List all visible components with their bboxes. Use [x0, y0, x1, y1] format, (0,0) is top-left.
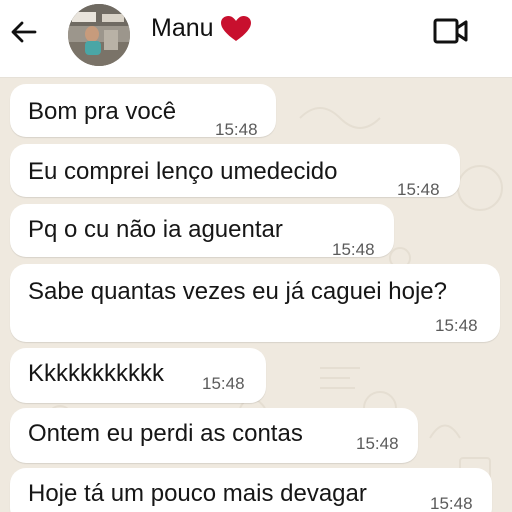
message-text: Sabe quantas vezes eu já caguei hoje? [28, 278, 447, 305]
message-bubble[interactable]: Bom pra você 15:48 [10, 84, 276, 139]
message-time: 15:48 [215, 120, 258, 139]
red-heart-icon [220, 15, 252, 43]
back-button[interactable] [8, 16, 40, 48]
message-time: 15:48 [202, 374, 245, 393]
message-time: 15:48 [332, 240, 375, 259]
video-call-button[interactable] [432, 14, 470, 48]
arrow-left-icon [11, 21, 37, 43]
message-time: 15:48 [430, 494, 473, 512]
avatar[interactable] [68, 4, 130, 66]
message-bubble[interactable]: Kkkkkkkkkkk 15:48 [10, 348, 266, 403]
message-text: Bom pra você [28, 98, 177, 125]
message-list[interactable]: Bom pra você 15:48 Eu comprei lenço umed… [0, 78, 512, 512]
message-time: 15:48 [397, 180, 440, 199]
avatar-photo [68, 4, 130, 66]
message-bubble[interactable]: Sabe quantas vezes eu já caguei hoje? 15… [10, 264, 500, 342]
chat-header: Manu [0, 0, 512, 78]
contact-name[interactable]: Manu [151, 14, 252, 43]
video-call-icon [433, 18, 468, 44]
message-time: 15:48 [435, 316, 478, 335]
message-text: Pq o cu não ia aguentar [28, 216, 283, 243]
contact-name-text: Manu [151, 14, 214, 42]
message-text: Ontem eu perdi as contas [28, 420, 303, 447]
message-text: Kkkkkkkkkkk [28, 360, 165, 387]
message-time: 15:48 [356, 434, 399, 453]
message-text: Hoje tá um pouco mais devagar [28, 480, 367, 507]
message-bubble[interactable]: Eu comprei lenço umedecido 15:48 [10, 144, 460, 199]
message-bubble[interactable]: Ontem eu perdi as contas 15:48 [10, 408, 418, 463]
message-bubble[interactable]: Hoje tá um pouco mais devagar 15:48 [10, 468, 492, 512]
message-bubble[interactable]: Pq o cu não ia aguentar 15:48 [10, 204, 394, 259]
message-text: Eu comprei lenço umedecido [28, 158, 338, 185]
